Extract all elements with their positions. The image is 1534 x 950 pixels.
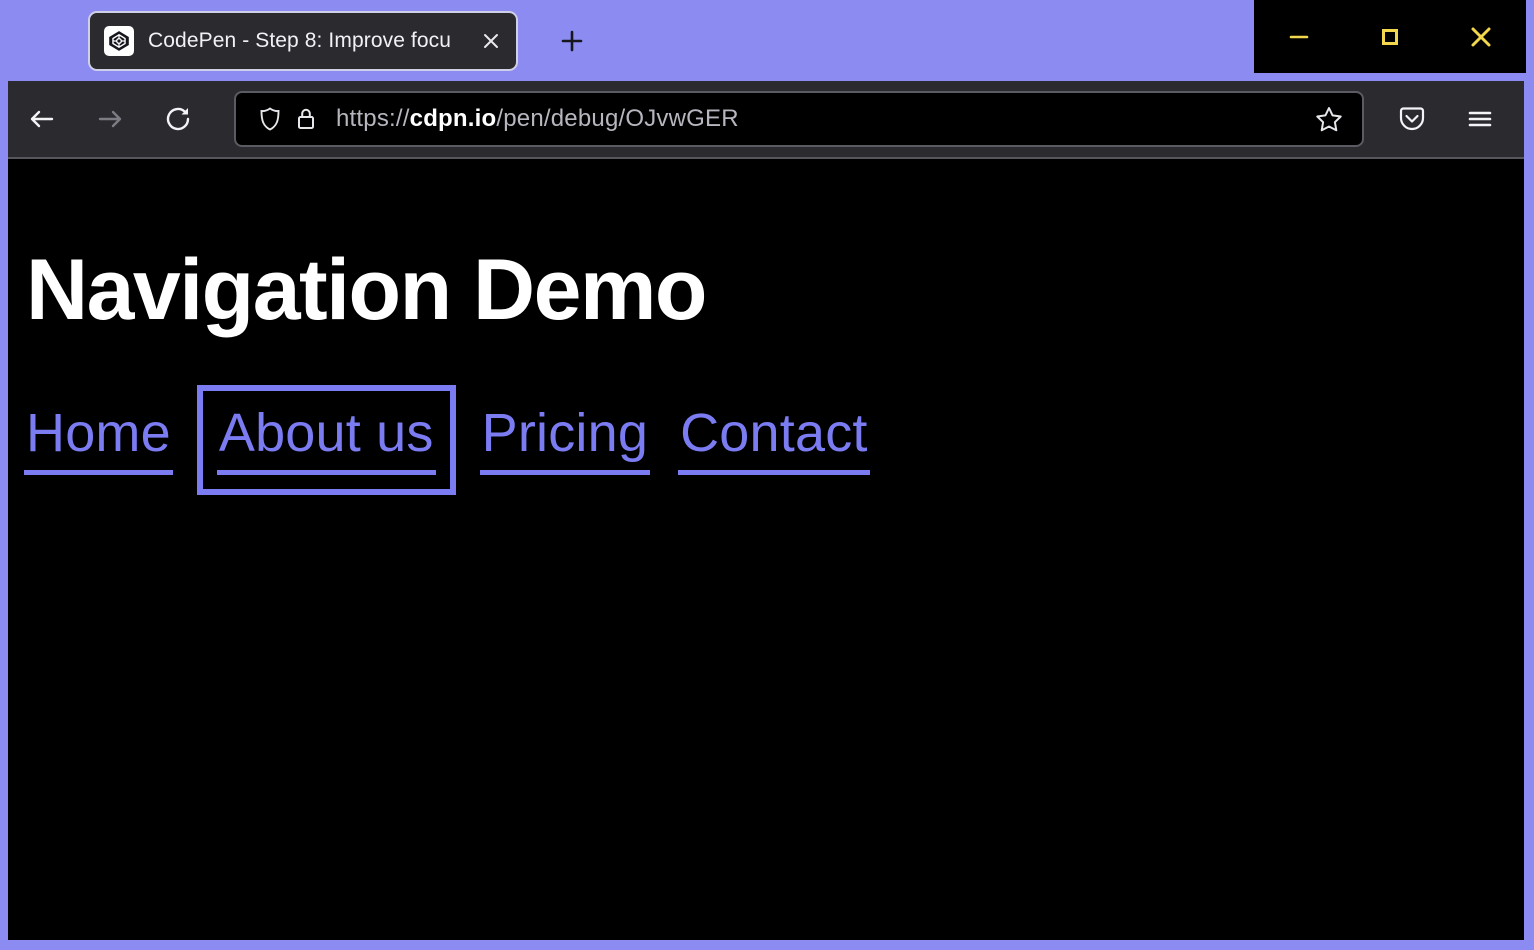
maximize-icon[interactable] (1345, 0, 1436, 73)
close-icon[interactable] (1435, 0, 1526, 73)
url-bar[interactable]: https://cdpn.io/pen/debug/OJvwGER (234, 91, 1364, 147)
codepen-logo-icon (104, 26, 134, 56)
tab-strip: CodePen - Step 8: Improve focu (0, 0, 1254, 81)
page-title: Navigation Demo (8, 159, 1524, 333)
minimize-icon[interactable] (1254, 0, 1345, 73)
url-path: /pen/debug/OJvwGER (496, 105, 738, 132)
browser-window: CodePen - Step 8: Improve focu (0, 0, 1534, 950)
navigation-toolbar: https://cdpn.io/pen/debug/OJvwGER (8, 81, 1524, 159)
star-icon[interactable] (1306, 96, 1352, 142)
tab-title: CodePen - Step 8: Improve focu (148, 29, 480, 53)
pocket-icon[interactable] (1378, 85, 1446, 153)
window-controls (1254, 0, 1526, 73)
url-domain: cdpn.io (410, 105, 497, 132)
browser-tab-active[interactable]: CodePen - Step 8: Improve focu (88, 11, 518, 71)
padlock-icon[interactable] (288, 101, 324, 137)
new-tab-button[interactable] (546, 15, 598, 67)
forward-arrow-icon[interactable] (76, 85, 144, 153)
nav-link-home[interactable]: Home (24, 405, 173, 475)
url-scheme: https:// (336, 105, 410, 132)
title-bar: CodePen - Step 8: Improve focu (0, 0, 1534, 81)
nav-link-contact[interactable]: Contact (678, 405, 870, 475)
url-text[interactable]: https://cdpn.io/pen/debug/OJvwGER (336, 105, 1306, 133)
page-content: Navigation Demo Home About us Pricing Co… (8, 159, 1524, 940)
nav-link-about-us[interactable]: About us (217, 405, 436, 475)
close-icon[interactable] (474, 24, 508, 58)
toolbar-right-icons (1378, 85, 1524, 153)
reload-icon[interactable] (144, 85, 212, 153)
site-navigation: Home About us Pricing Contact (8, 333, 1524, 475)
shield-icon[interactable] (252, 101, 288, 137)
back-arrow-icon[interactable] (8, 85, 76, 153)
nav-link-pricing[interactable]: Pricing (480, 405, 650, 475)
hamburger-menu-icon[interactable] (1446, 85, 1514, 153)
